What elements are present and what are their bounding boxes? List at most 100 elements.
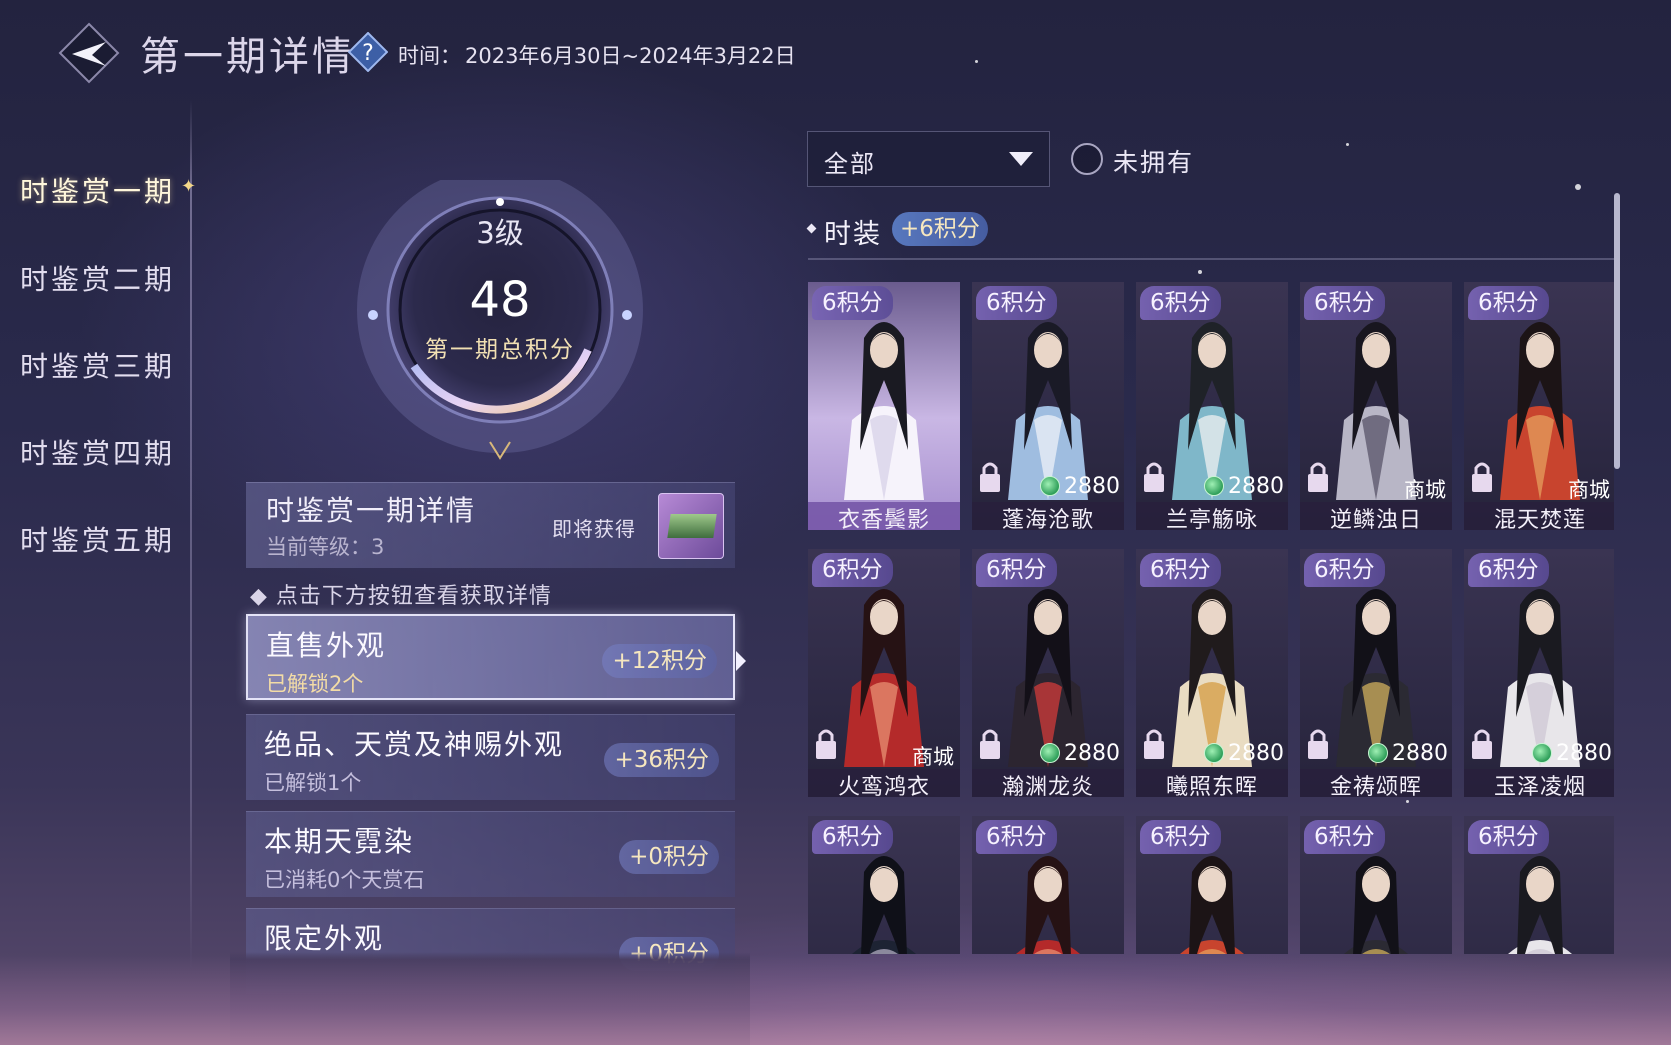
chevron-down-icon	[1009, 152, 1033, 166]
time-range: 时间： 2023年6月30日~2024年3月22日	[398, 40, 800, 70]
price-value: 2880	[1064, 474, 1120, 499]
price-value: 2880	[1556, 741, 1612, 766]
outfit-name: 金祷颂晖	[1300, 769, 1452, 797]
unowned-radio[interactable]	[1071, 143, 1103, 175]
sidebar-item-period-4[interactable]: 时鉴赏四期	[20, 432, 175, 476]
sidebar-item-period-5[interactable]: 时鉴赏五期	[20, 519, 175, 563]
character-portrait-icon	[1172, 322, 1252, 500]
outfit-card[interactable]: 6积分 商城 混天焚莲	[1464, 282, 1614, 530]
category-points: +12积分	[602, 644, 717, 678]
outfit-name: 兰亭觞咏	[1136, 502, 1288, 530]
price-label: 2880	[1040, 474, 1120, 499]
lock-icon	[1308, 462, 1328, 492]
category-status: 已消耗0个天赏石	[264, 868, 425, 892]
outfit-card[interactable]: 6积分	[972, 816, 1124, 954]
back-button[interactable]	[58, 22, 120, 84]
sparkle-star	[1198, 270, 1202, 274]
outfit-card[interactable]: 6积分 衣香鬓影	[808, 282, 960, 530]
sidebar-item-period-1[interactable]: 时鉴赏一期	[20, 170, 175, 214]
bullet-icon	[806, 223, 817, 234]
coin-icon	[1040, 743, 1060, 763]
filter-dropdown[interactable]: 全部	[807, 131, 1050, 187]
price-value: 2880	[1228, 741, 1284, 766]
points-tag: 6积分	[1140, 286, 1221, 320]
points-tag: 6积分	[812, 820, 893, 854]
points-tag: 6积分	[976, 286, 1057, 320]
scrollbar-thumb[interactable]	[1614, 193, 1620, 469]
price-value: 2880	[1064, 741, 1120, 766]
category-premium[interactable]: 绝品、天赏及神赐外观 已解锁1个 +36积分	[246, 714, 735, 800]
character-portrait-icon	[1500, 589, 1580, 767]
price-label: 2880	[1532, 741, 1612, 766]
outfit-name: 曦照东晖	[1136, 769, 1288, 797]
sidebar-item-period-3[interactable]: 时鉴赏三期	[20, 345, 175, 389]
unowned-label[interactable]: 未拥有	[1113, 143, 1194, 179]
character-portrait-icon	[844, 589, 924, 767]
category-dye[interactable]: 本期天霓染 已消耗0个天赏石 +0积分	[246, 811, 735, 897]
reward-thumbnail-icon	[667, 514, 717, 538]
lock-icon	[1144, 729, 1164, 759]
category-direct-sale[interactable]: 直售外观 已解锁2个 +12积分	[246, 614, 735, 700]
shop-label: 商城	[1568, 478, 1610, 502]
points-tag: 6积分	[1304, 286, 1385, 320]
lock-icon	[980, 462, 1000, 492]
hint-label: 点击下方按钮查看获取详情	[275, 584, 552, 609]
points-tag: 6积分	[976, 820, 1057, 854]
category-points: +36积分	[604, 743, 719, 777]
coin-icon	[1368, 743, 1388, 763]
character-portrait-icon	[1172, 589, 1252, 767]
outfit-card[interactable]: 6积分 2880 曦照东晖	[1136, 549, 1288, 797]
outfit-card[interactable]: 6积分	[1464, 816, 1614, 954]
outfit-card[interactable]: 6积分 2880 兰亭觞咏	[1136, 282, 1288, 530]
total-score: 48	[469, 272, 531, 328]
points-tag: 6积分	[812, 286, 893, 320]
outfit-card[interactable]: 6积分 商城 火鸾鸿衣	[808, 549, 960, 797]
lock-icon	[1472, 729, 1492, 759]
svg-text:?: ?	[362, 41, 374, 66]
character-portrait-icon	[844, 322, 924, 500]
active-marker-icon: ✦	[181, 176, 197, 197]
outfit-name: 混天焚莲	[1464, 502, 1614, 530]
category-status: 已解锁1个	[264, 771, 362, 795]
category-name: 本期天霓染	[264, 825, 415, 858]
upcoming-reward-label: 即将获得	[552, 517, 636, 541]
outfit-name: 玉泽凌烟	[1464, 769, 1614, 797]
outfit-name: 火鸾鸿衣	[808, 769, 960, 797]
level-text: 3级	[476, 216, 524, 250]
points-tag: 6积分	[1140, 553, 1221, 587]
outfit-card[interactable]: 6积分 2880 金祷颂晖	[1300, 549, 1452, 797]
selected-arrow-icon	[736, 651, 746, 671]
outfit-card[interactable]: 6积分 商城 逆鳞浊日	[1300, 282, 1452, 530]
price-value: 2880	[1392, 741, 1448, 766]
upcoming-reward-item[interactable]	[658, 493, 724, 559]
detail-title: 时鉴赏一期详情	[266, 494, 477, 527]
back-arrow-icon	[58, 22, 120, 84]
price-label: 2880	[1368, 741, 1448, 766]
header: 第一期详情 ? 时间： 2023年6月30日~2024年3月22日	[0, 0, 1671, 100]
outfit-card[interactable]: 6积分	[1300, 816, 1452, 954]
outfit-card[interactable]: 6积分 2880 蓬海沧歌	[972, 282, 1124, 530]
outfit-card[interactable]: 6积分 2880 瀚渊龙炎	[972, 549, 1124, 797]
score-ring: 3级 48 第一期总积分	[340, 180, 660, 480]
points-tag: 6积分	[1468, 553, 1549, 587]
price-label: 2880	[1204, 474, 1284, 499]
total-score-caption: 第一期总积分	[425, 337, 575, 363]
outfit-card[interactable]: 6积分	[1136, 816, 1288, 954]
shop-label: 商城	[912, 745, 954, 769]
help-icon[interactable]: ?	[347, 31, 389, 73]
category-name: 限定外观	[264, 922, 385, 955]
sidebar-item-period-2[interactable]: 时鉴赏二期	[20, 258, 175, 302]
outfit-card[interactable]: 6积分	[808, 816, 960, 954]
character-portrait-icon	[1336, 322, 1416, 500]
lock-icon	[1308, 729, 1328, 759]
category-status: 已解锁2个	[266, 672, 364, 696]
points-tag: 6积分	[1304, 820, 1385, 854]
outfit-grid: 6积分 衣香鬓影 6积分 2880 蓬海沧歌 6积分 2880 兰亭觞咏 6积分…	[808, 282, 1614, 954]
outfit-card[interactable]: 6积分 2880 玉泽凌烟	[1464, 549, 1614, 797]
lock-icon	[816, 729, 836, 759]
page-title: 第一期详情	[140, 34, 355, 80]
filter-value: 全部	[824, 150, 876, 178]
character-portrait-icon	[1008, 589, 1088, 767]
outfit-name: 瀚渊龙炎	[972, 769, 1124, 797]
sparkle-star	[1346, 143, 1349, 146]
